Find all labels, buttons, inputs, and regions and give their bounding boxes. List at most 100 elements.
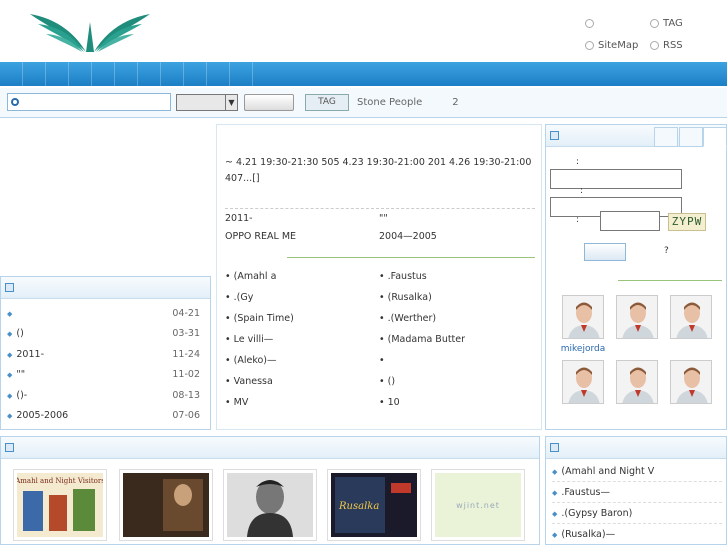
latest-link[interactable]: • (Spain Time): [225, 313, 375, 324]
recommend-panel-header: [546, 437, 726, 459]
latest-link[interactable]: •: [379, 355, 535, 366]
featured-link[interactable]: 2004—2005: [379, 231, 529, 242]
nav-item-photos[interactable]: [161, 62, 184, 86]
featured-link[interactable]: OPPO REAL ME: [225, 231, 375, 242]
list-item[interactable]: ◆ 04-21: [7, 303, 200, 324]
panel-icon: [550, 131, 559, 140]
nav-item-opera-stories[interactable]: [69, 62, 92, 86]
member-avatar[interactable]: [670, 295, 712, 339]
member-avatar[interactable]: [670, 360, 712, 404]
latest-link[interactable]: • (Madama Butter: [379, 334, 535, 345]
photo-thumb[interactable]: Rusalka: [327, 469, 421, 541]
tab-register[interactable]: [679, 127, 703, 147]
nav-item-videos[interactable]: [184, 62, 207, 86]
latest-link[interactable]: • .Faustus: [379, 271, 535, 282]
nav-item-guestbook[interactable]: [230, 62, 253, 86]
divider: [225, 208, 535, 209]
rss-icon: [650, 40, 659, 50]
hot-link[interactable]: 2: [452, 95, 458, 111]
list-item[interactable]: ◆ (Amahl and Night V: [552, 461, 722, 482]
divider: [618, 280, 722, 281]
chevron-down-icon: ▼: [225, 95, 237, 110]
latest-link[interactable]: • (Amahl a: [225, 271, 375, 282]
photo-thumb[interactable]: [119, 469, 213, 541]
recommend-panel: ◆ (Amahl and Night V ◆ .Faustus— ◆ .(Gypsy …: [545, 436, 727, 545]
nav-item-opera-knowledge[interactable]: [46, 62, 69, 86]
latest-link[interactable]: • 10: [379, 397, 535, 408]
member-avatar[interactable]: [562, 360, 604, 404]
member-avatar[interactable]: [562, 295, 604, 339]
sitemap-icon: [585, 40, 594, 50]
captcha-image[interactable]: ZYPW: [668, 213, 706, 231]
sitemap-link[interactable]: SiteMap: [585, 36, 638, 54]
left-list-panel: ◆ 04-21 ◆() 03-31 ◆ 2011- 11-24 ◆ "" 11-02 ◆()…: [0, 276, 211, 430]
nav-item-performances[interactable]: [115, 62, 138, 86]
captcha-field[interactable]: [600, 211, 660, 231]
latest-link[interactable]: • .(Werther): [379, 313, 535, 324]
hot-link[interactable]: Stone People: [357, 95, 422, 111]
search-icon: [11, 98, 19, 106]
latest-link[interactable]: • MV: [225, 397, 375, 408]
center-featured: ~ 4.21 19:30-21:30 505 4.23 19:30-21:00 …: [216, 124, 542, 430]
photo-panel: Amahl and Night Visitors Rusalka wjint.n…: [0, 436, 540, 545]
login-button[interactable]: [584, 243, 626, 261]
username-label: :: [576, 157, 580, 167]
username-field[interactable]: [550, 169, 682, 189]
nav-item-opera-news[interactable]: [23, 62, 46, 86]
main-nav: [0, 62, 727, 86]
featured-link[interactable]: 2011-: [225, 213, 375, 224]
list-item[interactable]: ◆ 2005-2006 07-06: [7, 406, 200, 427]
forgot-password-link[interactable]: ?: [664, 246, 669, 256]
tag-link[interactable]: TAG: [650, 14, 683, 32]
hot-tag-label: TAG: [305, 94, 349, 111]
featured-link[interactable]: "": [379, 213, 529, 224]
member-avatar[interactable]: [616, 360, 658, 404]
member-link[interactable]: [585, 14, 598, 32]
latest-link[interactable]: • Le villi—: [225, 334, 375, 345]
site-logo[interactable]: [28, 8, 152, 58]
nav-item-home[interactable]: [0, 62, 23, 86]
captcha-label: :: [576, 215, 580, 225]
photo-thumb[interactable]: Amahl and Night Visitors: [13, 469, 107, 541]
list-item[interactable]: ◆ "" 11-02: [7, 365, 200, 386]
panel-icon: [5, 283, 14, 292]
member-avatar[interactable]: [616, 295, 658, 339]
tag-icon: [650, 18, 659, 28]
photo-panel-header: [1, 437, 539, 459]
hot-tag-links: Stone People 2: [357, 95, 471, 111]
rss-link[interactable]: RSS: [650, 36, 683, 54]
photo-thumb[interactable]: [223, 469, 317, 541]
nav-item-reviews[interactable]: [138, 62, 161, 86]
photo-thumb-placeholder[interactable]: wjint.net: [431, 469, 525, 541]
latest-link[interactable]: • (): [379, 376, 535, 387]
tab-login[interactable]: [654, 127, 678, 147]
list-item[interactable]: ◆ ()- 08-13: [7, 385, 200, 406]
divider: [287, 257, 535, 258]
panel-icon: [5, 443, 14, 452]
featured-summary: ~ 4.21 19:30-21:30 505 4.23 19:30-21:00 …: [225, 157, 532, 184]
member-panel: : : : ZYPW ? mikejorda: [545, 124, 727, 430]
search-bar: ▼ TAG Stone People 2: [0, 88, 727, 118]
search-button[interactable]: [244, 94, 294, 111]
thumb-caption: Amahl and Night Visitors: [17, 477, 103, 485]
thumb-caption: Rusalka: [338, 501, 379, 512]
latest-link[interactable]: • Vanessa: [225, 376, 375, 387]
latest-link[interactable]: • .(Gy: [225, 292, 375, 303]
list-item[interactable]: ◆() 03-31: [7, 324, 200, 345]
search-type-select[interactable]: ▼: [176, 94, 238, 111]
nav-item-forum[interactable]: [207, 62, 230, 86]
list-item[interactable]: ◆ 2011- 11-24: [7, 344, 200, 365]
latest-link[interactable]: • (Aleko)—: [225, 355, 375, 366]
password-label: :: [580, 186, 584, 196]
latest-link[interactable]: • (Rusalka): [379, 292, 535, 303]
list-item[interactable]: ◆ .(Gypsy Baron): [552, 503, 722, 524]
panel-icon: [550, 443, 559, 452]
nav-item-singers[interactable]: [92, 62, 115, 86]
user-icon: [585, 18, 594, 28]
list-item[interactable]: ◆ .Faustus—: [552, 482, 722, 503]
left-list-header: [1, 277, 210, 299]
tab-help[interactable]: [703, 127, 727, 147]
list-item[interactable]: ◆ (Rusalka)—: [552, 524, 722, 545]
search-input[interactable]: [7, 93, 171, 111]
member-name[interactable]: mikejorda: [553, 344, 613, 354]
